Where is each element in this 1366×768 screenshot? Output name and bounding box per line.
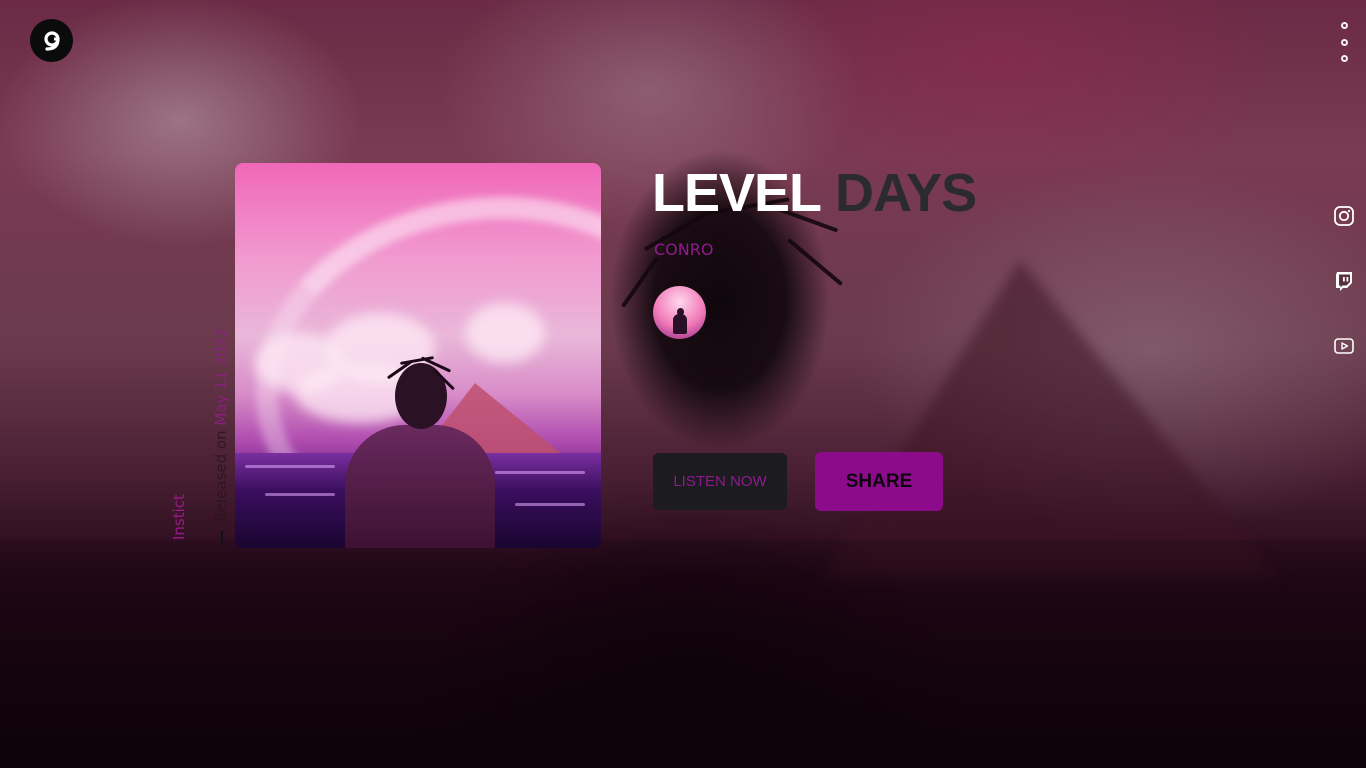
hero-background: Instict — Released on May 11 2022 LEVEL DA…	[0, 0, 1366, 768]
more-menu-icon[interactable]	[1334, 22, 1354, 62]
menu-dot	[1340, 38, 1348, 46]
release-date: May 11 2022	[212, 327, 230, 426]
release-prefix: Released on	[212, 430, 230, 522]
twitch-icon[interactable]	[1330, 267, 1358, 295]
youtube-icon[interactable]	[1330, 332, 1358, 360]
cover-wave	[495, 471, 585, 474]
background-bottom-shade	[0, 540, 1366, 768]
menu-dot	[1340, 22, 1348, 29]
release-dash: —	[212, 530, 230, 545]
listen-now-button[interactable]: LISTEN NOW	[653, 453, 787, 510]
cover-cloud	[465, 303, 545, 363]
logo-icon[interactable]	[30, 19, 73, 62]
title-word-primary: LEVEL	[652, 163, 822, 223]
release-info: — Released on May 11 2022	[212, 328, 230, 545]
avatar-figure-body	[673, 314, 687, 334]
track-title: LEVEL DAYS	[652, 162, 977, 224]
cover-person-torso	[345, 425, 495, 548]
menu-dot	[1340, 55, 1348, 62]
artist-name[interactable]: CONRO	[654, 240, 713, 259]
social-links	[1330, 202, 1358, 397]
instagram-icon[interactable]	[1330, 202, 1358, 230]
genre-label: Instict	[170, 494, 188, 540]
cover-wave	[265, 493, 335, 496]
nine-logo-icon	[43, 30, 60, 51]
artist-avatar[interactable]	[653, 286, 706, 339]
cover-wave	[245, 465, 335, 468]
title-word-secondary: DAYS	[835, 163, 977, 223]
album-cover[interactable]	[235, 163, 601, 548]
share-button[interactable]: SHARE	[815, 452, 943, 511]
cover-wave	[515, 503, 585, 506]
